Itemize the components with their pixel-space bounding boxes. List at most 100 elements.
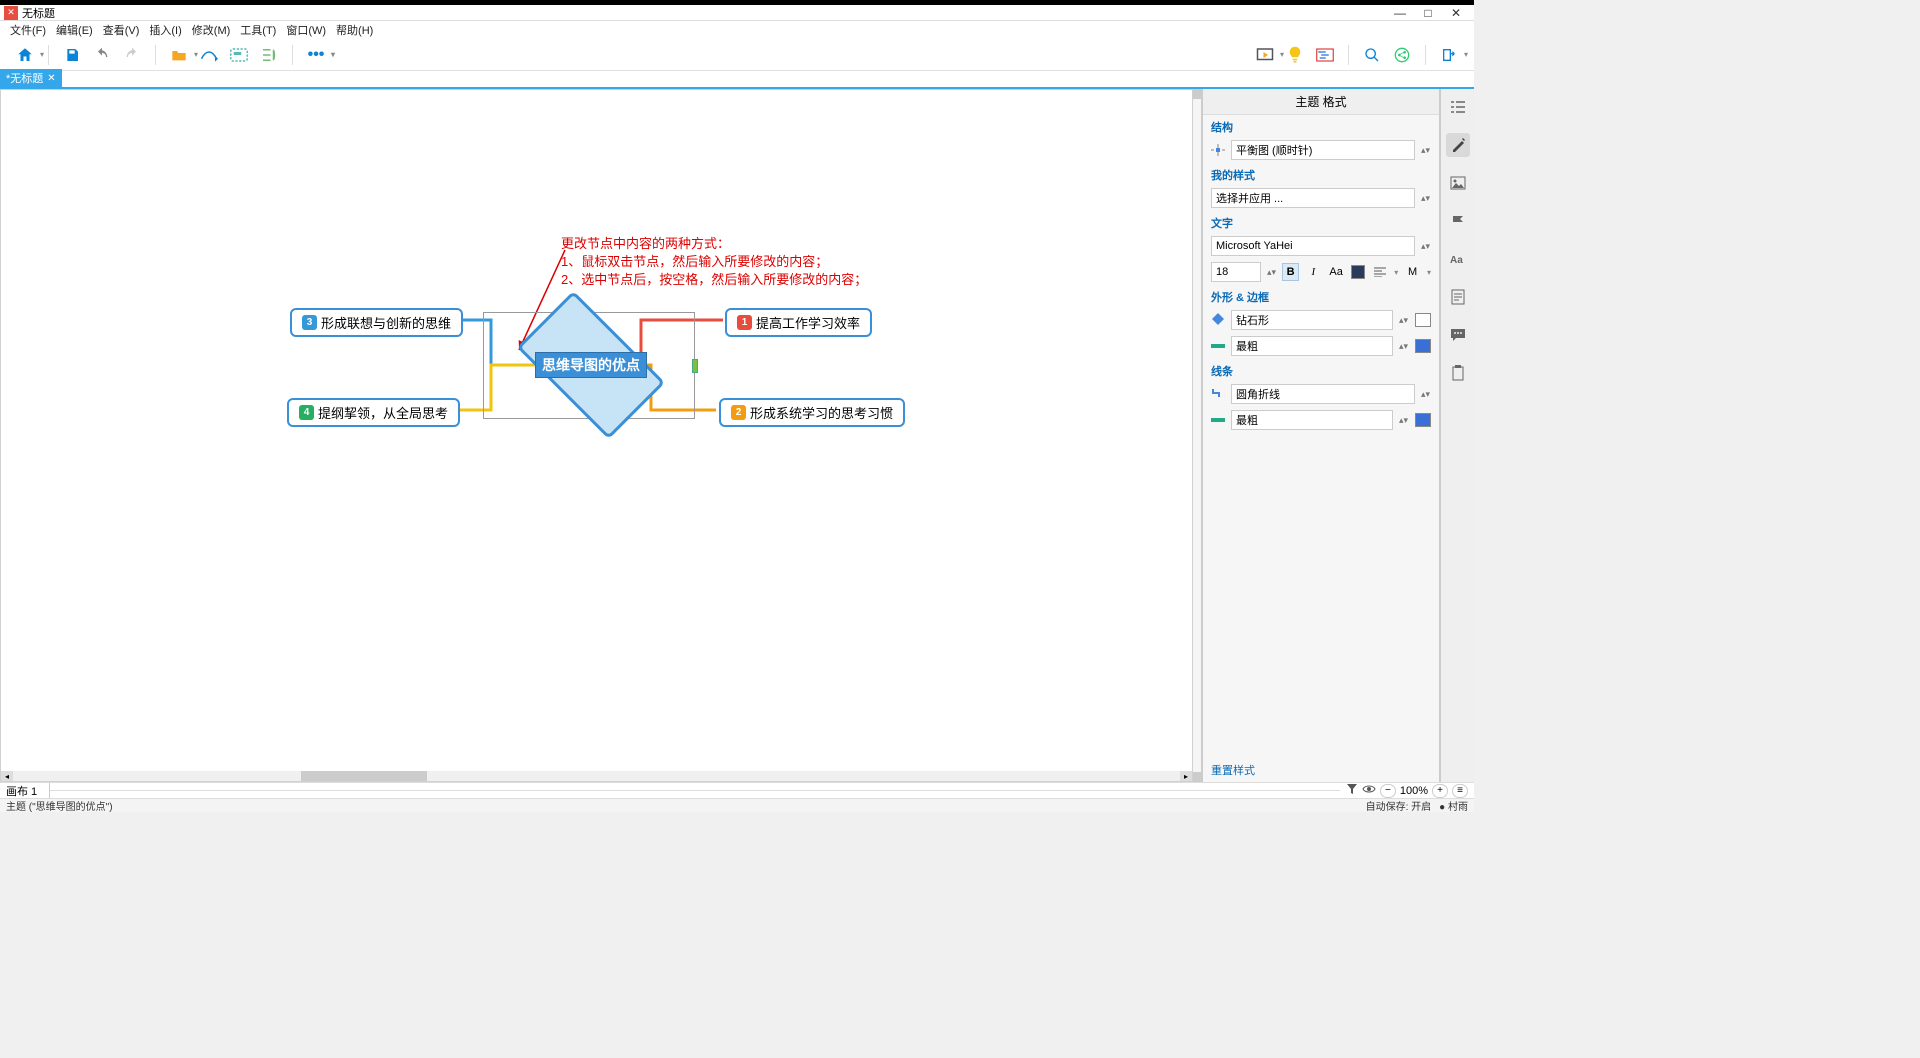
canvas-area[interactable]: 更改节点中内容的两种方式： 1、鼠标双击节点，然后输入所要修改的内容； 2、选中… bbox=[0, 89, 1202, 782]
stepper-icon[interactable]: ▴▾ bbox=[1421, 392, 1431, 397]
stepper-icon[interactable]: ▴▾ bbox=[1399, 318, 1409, 323]
relationship-button[interactable] bbox=[198, 44, 220, 66]
sheet-tab[interactable]: 画布 1 bbox=[0, 783, 50, 799]
topic-node-4[interactable]: 4 提纲挈领，从全局思考 bbox=[287, 398, 460, 427]
document-tab-close[interactable]: ✕ bbox=[47, 73, 55, 84]
vertical-scrollbar[interactable] bbox=[1193, 89, 1201, 782]
stepper-icon[interactable]: ▴▾ bbox=[1421, 244, 1431, 249]
menu-modify[interactable]: 修改(M) bbox=[188, 22, 235, 38]
border-color-swatch[interactable] bbox=[1415, 339, 1431, 353]
visibility-button[interactable] bbox=[1362, 784, 1376, 797]
manual-button[interactable]: M bbox=[1404, 263, 1421, 281]
zoom-out-button[interactable]: − bbox=[1380, 784, 1396, 798]
redo-button[interactable] bbox=[121, 44, 143, 66]
menu-view[interactable]: 查看(V) bbox=[99, 22, 144, 38]
share-button[interactable] bbox=[1391, 44, 1413, 66]
font-family-select[interactable]: Microsoft YaHei bbox=[1211, 236, 1415, 256]
outline-tab[interactable] bbox=[1446, 95, 1470, 119]
scroll-up-button[interactable] bbox=[1193, 89, 1201, 99]
undo-button[interactable] bbox=[91, 44, 113, 66]
boundary-icon bbox=[230, 48, 248, 62]
shape-select[interactable]: 钻石形 bbox=[1231, 310, 1393, 330]
save-button[interactable] bbox=[61, 44, 83, 66]
horizontal-scrollbar[interactable]: ◂ ▸ bbox=[1, 771, 1192, 781]
stepper-icon[interactable]: ▴▾ bbox=[1399, 344, 1409, 349]
scroll-left-button[interactable]: ◂ bbox=[1, 771, 13, 781]
notes-tab[interactable] bbox=[1446, 285, 1470, 309]
redo-icon bbox=[124, 47, 140, 63]
border-width-select[interactable]: 最粗 bbox=[1231, 336, 1393, 356]
image-tab[interactable] bbox=[1446, 171, 1470, 195]
menu-tools[interactable]: 工具(T) bbox=[236, 22, 280, 38]
scroll-right-button[interactable]: ▸ bbox=[1180, 771, 1192, 781]
textcase-button[interactable]: Aa bbox=[1328, 263, 1345, 281]
dropdown-arrow-icon[interactable]: ▾ bbox=[1394, 268, 1398, 277]
text-style-tab[interactable]: Aa bbox=[1446, 247, 1470, 271]
boundary-button[interactable] bbox=[228, 44, 250, 66]
align-button[interactable] bbox=[1371, 263, 1388, 281]
marker-tab[interactable] bbox=[1446, 209, 1470, 233]
format-tab[interactable] bbox=[1446, 133, 1470, 157]
topic-node-1[interactable]: 1 提高工作学习效率 bbox=[725, 308, 872, 337]
font-size-select[interactable]: 18 bbox=[1211, 262, 1261, 282]
zoom-in-button[interactable]: + bbox=[1432, 784, 1448, 798]
eye-icon bbox=[1362, 784, 1376, 794]
comments-tab[interactable] bbox=[1446, 323, 1470, 347]
presentation-button[interactable]: ▾ bbox=[1254, 44, 1276, 66]
scroll-thumb[interactable] bbox=[301, 771, 427, 781]
window-close-button[interactable]: ✕ bbox=[1442, 6, 1470, 20]
line-color-swatch[interactable] bbox=[1415, 413, 1431, 427]
menu-insert[interactable]: 插入(I) bbox=[145, 22, 185, 38]
more-button[interactable]: •••▾ bbox=[305, 44, 327, 66]
line-width-select[interactable]: 最粗 bbox=[1231, 410, 1393, 430]
menu-file[interactable]: 文件(F) bbox=[6, 22, 50, 38]
section-line: 线条 bbox=[1203, 359, 1439, 381]
section-text: 文字 bbox=[1203, 211, 1439, 233]
stepper-icon[interactable]: ▴▾ bbox=[1421, 196, 1431, 201]
structure-select[interactable]: 平衡图 (顺时针) bbox=[1231, 140, 1415, 160]
reset-style-link[interactable]: 重置样式 bbox=[1203, 758, 1439, 782]
menu-window[interactable]: 窗口(W) bbox=[282, 22, 330, 38]
structure-icon bbox=[1211, 144, 1225, 156]
bold-button[interactable]: B bbox=[1282, 263, 1299, 281]
document-tab[interactable]: *无标题 ✕ bbox=[0, 69, 62, 87]
topic-node-3[interactable]: 3 形成联想与创新的思维 bbox=[290, 308, 463, 337]
home-button[interactable]: ▾ bbox=[14, 44, 36, 66]
gantt-button[interactable] bbox=[1314, 44, 1336, 66]
scroll-down-button[interactable] bbox=[1193, 772, 1201, 782]
selection-handle[interactable] bbox=[692, 359, 698, 373]
topic-label: 提高工作学习效率 bbox=[756, 313, 860, 332]
shape-fill-swatch[interactable] bbox=[1415, 313, 1431, 327]
stepper-icon[interactable]: ▴▾ bbox=[1399, 418, 1409, 423]
folder-button[interactable]: ▾ bbox=[168, 44, 190, 66]
share-icon bbox=[1394, 47, 1410, 63]
export-icon bbox=[1441, 47, 1457, 63]
center-topic-label[interactable]: 思维导图的优点 bbox=[535, 352, 647, 378]
window-maximize-button[interactable]: □ bbox=[1414, 6, 1442, 20]
undo-icon bbox=[94, 47, 110, 63]
right-icon-strip: Aa bbox=[1440, 89, 1474, 782]
topic-node-2[interactable]: 2 形成系统学习的思考习惯 bbox=[719, 398, 905, 427]
stepper-icon[interactable]: ▴▾ bbox=[1421, 148, 1431, 153]
italic-button[interactable]: I bbox=[1305, 263, 1322, 281]
stepper-icon[interactable]: ▴▾ bbox=[1267, 270, 1276, 275]
filter-button[interactable] bbox=[1346, 783, 1358, 798]
notes-icon bbox=[1451, 289, 1465, 305]
menu-edit[interactable]: 编辑(E) bbox=[52, 22, 97, 38]
zoom-fit-button[interactable]: ≡ bbox=[1452, 784, 1468, 798]
font-color-swatch[interactable] bbox=[1351, 265, 1366, 279]
center-topic[interactable]: 思维导图的优点 bbox=[491, 310, 691, 420]
menu-help[interactable]: 帮助(H) bbox=[332, 22, 377, 38]
line-style-select[interactable]: 圆角折线 bbox=[1231, 384, 1415, 404]
idea-button[interactable] bbox=[1284, 44, 1306, 66]
mystyle-select[interactable]: 选择并应用 ... bbox=[1211, 188, 1415, 208]
canvas[interactable]: 更改节点中内容的两种方式： 1、鼠标双击节点，然后输入所要修改的内容； 2、选中… bbox=[0, 89, 1193, 782]
dropdown-arrow-icon[interactable]: ▾ bbox=[1427, 268, 1431, 277]
task-tab[interactable] bbox=[1446, 361, 1470, 385]
export-button[interactable]: ▾ bbox=[1438, 44, 1460, 66]
menubar: 文件(F) 编辑(E) 查看(V) 插入(I) 修改(M) 工具(T) 窗口(W… bbox=[0, 21, 1474, 39]
summary-button[interactable] bbox=[258, 44, 280, 66]
window-title: 无标题 bbox=[22, 5, 55, 21]
search-button[interactable] bbox=[1361, 44, 1383, 66]
window-minimize-button[interactable]: — bbox=[1386, 6, 1414, 20]
